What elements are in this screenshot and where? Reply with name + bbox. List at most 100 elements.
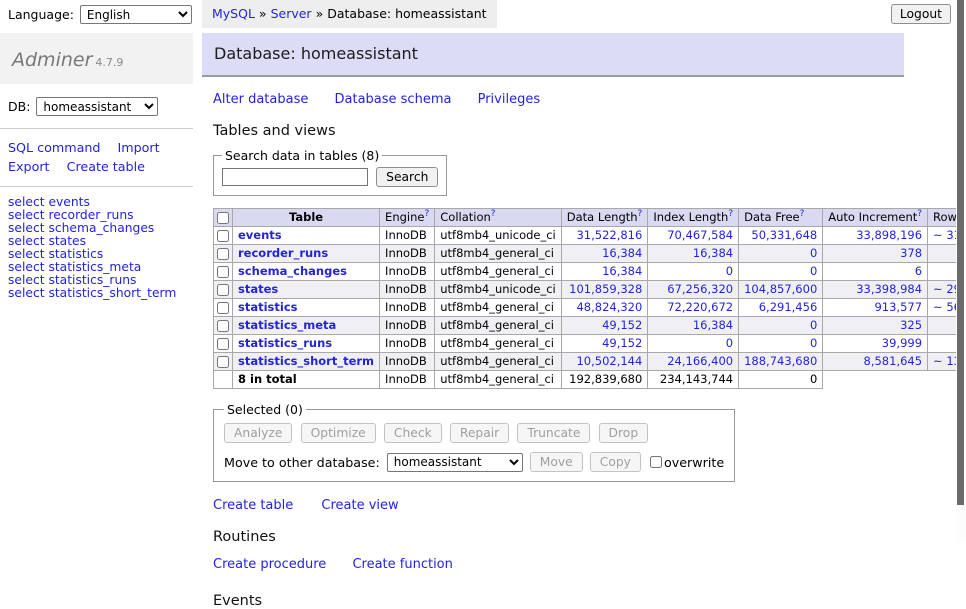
cell-data-length: 10,502,144	[561, 353, 648, 371]
cell-index-length: 0	[648, 263, 739, 281]
cell-index-length: 16,384	[648, 245, 739, 263]
table-row: recorder_runs InnoDB utf8mb4_general_ci …	[214, 245, 966, 263]
repair-button[interactable]: Repair	[450, 423, 509, 443]
search-input[interactable]	[222, 168, 368, 186]
create-table-link-sidebar[interactable]: Create table	[67, 159, 145, 174]
help-icon[interactable]: ?	[491, 209, 496, 219]
create-table-link[interactable]: Create table	[213, 498, 293, 513]
tables-overview-table: Table Engine? Collation? Data Length? In…	[213, 208, 966, 389]
row-checkbox[interactable]	[217, 356, 229, 368]
cell-engine: InnoDB	[380, 227, 435, 245]
db-label: DB:	[8, 99, 30, 114]
cell-data-length: 31,522,816	[561, 227, 648, 245]
cell-data-free: 188,743,680	[739, 353, 823, 371]
vertical-scrollbar[interactable]	[956, 0, 966, 543]
total-engine: InnoDB	[380, 371, 435, 389]
copy-button[interactable]: Copy	[590, 452, 641, 472]
cell-collation: utf8mb4_unicode_ci	[435, 227, 562, 245]
truncate-button[interactable]: Truncate	[517, 423, 590, 443]
total-collation: utf8mb4_general_ci	[435, 371, 562, 389]
move-to-database-label: Move to other database:	[224, 455, 380, 470]
db-select[interactable]: homeassistant	[36, 97, 158, 116]
sidebar-item-select-statistics-runs[interactable]: select statistics_runs	[8, 273, 136, 287]
cell-data-free: 50,331,648	[739, 227, 823, 245]
create-function-link[interactable]: Create function	[352, 557, 452, 572]
table-header-row: Table Engine? Collation? Data Length? In…	[214, 209, 966, 227]
select-all-checkbox[interactable]	[217, 212, 229, 224]
cell-collation: utf8mb4_general_ci	[435, 353, 562, 371]
overwrite-checkbox[interactable]	[650, 456, 662, 468]
table-link-statistics-runs[interactable]: statistics_runs	[238, 336, 332, 350]
breadcrumb-current: Database: homeassistant	[327, 6, 486, 21]
breadcrumb-server-link[interactable]: Server	[271, 6, 312, 21]
sidebar-item-select-statistics-short-term[interactable]: select statistics_short_term	[8, 286, 176, 300]
alter-database-link[interactable]: Alter database	[213, 92, 308, 107]
sidebar-item-select-states[interactable]: select states	[8, 234, 86, 248]
help-icon[interactable]: ?	[917, 209, 922, 219]
move-button[interactable]: Move	[530, 452, 583, 472]
cell-collation: utf8mb4_general_ci	[435, 335, 562, 353]
adminer-version: 4.7.9	[95, 56, 123, 69]
table-link-events[interactable]: events	[238, 228, 282, 242]
sidebar-divider	[0, 128, 193, 129]
row-checkbox[interactable]	[217, 230, 229, 242]
analyze-button[interactable]: Analyze	[224, 423, 292, 443]
database-schema-link[interactable]: Database schema	[335, 92, 452, 107]
optimize-button[interactable]: Optimize	[301, 423, 376, 443]
logout-button[interactable]: Logout	[891, 4, 951, 24]
table-link-schema-changes[interactable]: schema_changes	[238, 264, 347, 278]
check-button[interactable]: Check	[384, 423, 442, 443]
cell-data-length: 48,824,320	[561, 299, 648, 317]
main-content: MySQL»Server»Database: homeassistant Dat…	[202, 0, 904, 609]
breadcrumb-separator: »	[259, 6, 267, 21]
sql-command-link[interactable]: SQL command	[8, 140, 100, 155]
search-button[interactable]: Search	[376, 167, 438, 187]
drop-button[interactable]: Drop	[599, 423, 649, 443]
sidebar-item-select-recorder-runs[interactable]: select recorder_runs	[8, 208, 134, 222]
language-select[interactable]: English	[80, 5, 192, 24]
cell-engine: InnoDB	[380, 335, 435, 353]
table-link-states[interactable]: states	[238, 282, 278, 296]
sidebar-item-select-schema-changes[interactable]: select schema_changes	[8, 221, 154, 235]
row-checkbox[interactable]	[217, 284, 229, 296]
create-view-link[interactable]: Create view	[321, 498, 398, 513]
sidebar-item-select-events[interactable]: select events	[8, 195, 90, 209]
table-link-recorder-runs[interactable]: recorder_runs	[238, 246, 328, 260]
export-link[interactable]: Export	[8, 159, 50, 174]
cell-collation: utf8mb4_general_ci	[435, 263, 562, 281]
table-link-statistics-short-term[interactable]: statistics_short_term	[238, 354, 374, 368]
database-links: Alter database Database schema Privilege…	[213, 92, 904, 107]
cell-index-length: 72,220,672	[648, 299, 739, 317]
sidebar-item-select-statistics-meta[interactable]: select statistics_meta	[8, 260, 141, 274]
breadcrumb-mysql-link[interactable]: MySQL	[212, 6, 255, 21]
cell-auto-increment: 8,581,645	[823, 353, 928, 371]
sidebar-actions: SQL command Import Export Create table	[8, 138, 185, 176]
tables-and-views-heading: Tables and views	[213, 123, 904, 139]
table-link-statistics[interactable]: statistics	[238, 300, 298, 314]
sidebar-item-select-statistics[interactable]: select statistics	[8, 247, 103, 261]
help-icon[interactable]: ?	[638, 209, 643, 219]
cell-collation: utf8mb4_general_ci	[435, 317, 562, 335]
row-checkbox[interactable]	[217, 320, 229, 332]
move-database-select[interactable]: homeassistant	[387, 453, 523, 472]
help-icon[interactable]: ?	[728, 209, 733, 219]
scrollbar-thumb[interactable]	[957, 0, 964, 505]
cell-auto-increment: 33,898,196	[823, 227, 928, 245]
sidebar: Language: English Adminer4.7.9 DB: homea…	[0, 0, 193, 300]
row-checkbox[interactable]	[217, 338, 229, 350]
cell-data-length: 101,859,328	[561, 281, 648, 299]
table-link-statistics-meta[interactable]: statistics_meta	[238, 318, 336, 332]
create-procedure-link[interactable]: Create procedure	[213, 557, 326, 572]
routines-links: Create procedure Create function	[213, 557, 904, 572]
import-link[interactable]: Import	[118, 140, 160, 155]
cell-data-free: 104,857,600	[739, 281, 823, 299]
help-icon[interactable]: ?	[424, 209, 429, 219]
row-checkbox[interactable]	[217, 302, 229, 314]
cell-auto-increment: 325	[823, 317, 928, 335]
privileges-link[interactable]: Privileges	[478, 92, 541, 107]
column-header-auto-increment: Auto Increment	[828, 210, 917, 224]
row-checkbox[interactable]	[217, 248, 229, 260]
help-icon[interactable]: ?	[800, 209, 805, 219]
row-checkbox[interactable]	[217, 266, 229, 278]
total-data-free: 0	[739, 371, 823, 389]
